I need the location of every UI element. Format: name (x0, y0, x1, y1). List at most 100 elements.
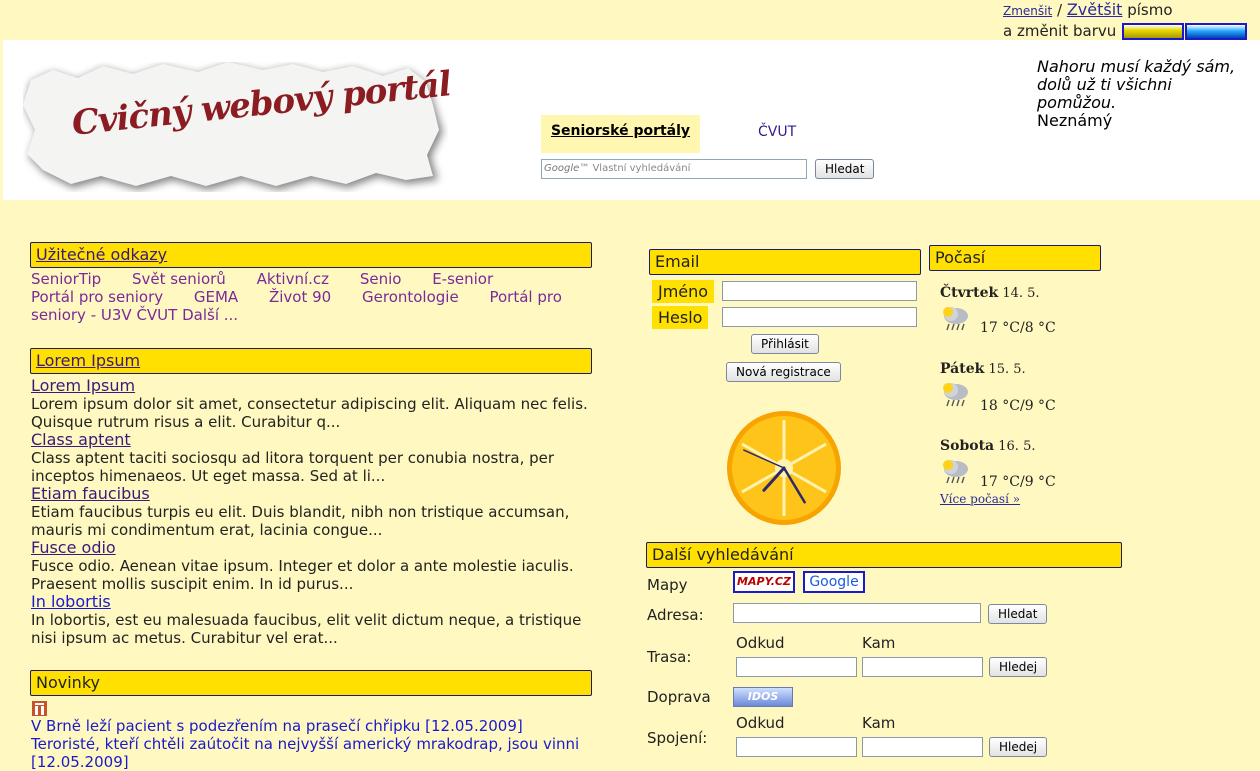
lorem-item-body: Lorem ipsum dolor sit amet, consectetur … (31, 395, 588, 431)
transport-label: Doprava (647, 688, 711, 706)
weather-temp: 17 °C/9 °C (980, 474, 1056, 490)
route-search-button[interactable]: Hledej (989, 657, 1048, 677)
google-search-button[interactable]: Hledat (815, 159, 875, 179)
news-item[interactable]: V Brně leží pacient s podezřením na pras… (31, 717, 591, 735)
link-seniortip[interactable]: SeniorTip (31, 270, 101, 288)
route-label: Trasa: (647, 648, 692, 666)
link-e-senior[interactable]: E-senior (432, 270, 493, 288)
font-smaller-link[interactable]: Zmenšit (1003, 4, 1052, 18)
name-label: Jméno (652, 280, 715, 303)
news-title: Novinky (36, 673, 100, 692)
connection-from-input[interactable] (736, 737, 857, 757)
yellow-theme-swatch[interactable] (1122, 23, 1185, 40)
font-bigger-link[interactable]: Zvětšit (1067, 0, 1123, 19)
news-heading: Novinky (30, 670, 592, 696)
font-size-controls: Zmenšit / Zvětšit písmo a změnit barvu (1003, 0, 1260, 41)
google-maps-label: Google (809, 574, 859, 590)
useful-links-list: SeniorTip Svět seniorů Aktivní.cz Senio … (31, 270, 591, 324)
mapy-cz-logo-button[interactable]: MAPY.CZ (733, 571, 795, 593)
email-title: Email (655, 252, 700, 271)
weather-day: Sobota 16. 5. (940, 438, 1035, 454)
connection-from-label: Odkud (736, 714, 785, 732)
address-input[interactable] (733, 603, 981, 623)
google-search-input[interactable]: Google™ Vlastní vyhledávání (541, 159, 807, 179)
login-button[interactable]: Přihlásit (751, 334, 819, 354)
lorem-item-title[interactable]: Fusce odio (31, 539, 591, 557)
lorem-item-body: In lobortis, est eu malesuada faucibus, … (31, 611, 582, 647)
font-word: písmo (1127, 1, 1173, 19)
email-heading: Email (649, 249, 921, 275)
connection-to-label: Kam (862, 714, 896, 732)
orange-clock (726, 410, 842, 526)
search-placeholder: Vlastní vyhledávání (592, 163, 691, 174)
useful-links-heading[interactable]: Užitečné odkazy (30, 242, 592, 268)
weather-title: Počasí (935, 248, 986, 267)
font-separator: / (1056, 1, 1063, 19)
link-senio[interactable]: Senio (360, 270, 402, 288)
connection-search-button[interactable]: Hledej (989, 737, 1048, 757)
lorem-item-title[interactable]: Class aptent (31, 431, 591, 449)
address-search-button[interactable]: Hledat (988, 604, 1048, 624)
weather-date: 16. 5. (998, 439, 1036, 454)
name-input[interactable] (722, 281, 917, 301)
link-gerontologie[interactable]: Gerontologie (362, 288, 459, 306)
weather-date: 15. 5. (988, 362, 1026, 377)
lorem-list: Lorem Ipsum Lorem ipsum dolor sit amet, … (31, 377, 591, 648)
cloud-rain-icon (943, 383, 968, 407)
link-zivot-90[interactable]: Život 90 (269, 288, 331, 306)
search-title: Další vyhledávání (652, 545, 794, 564)
lorem-item-title[interactable]: Etiam faucibus (31, 485, 591, 503)
google-brand: Google™ (544, 163, 590, 174)
news-list: V Brně leží pacient s podezřením na pras… (31, 717, 591, 771)
weather-day: Čtvrtek 14. 5. (940, 285, 1040, 301)
weather-temp: 18 °C/9 °C (980, 398, 1056, 414)
link-portal-pro-seniory[interactable]: Portál pro seniory (31, 288, 163, 306)
tab-senior-portals[interactable]: Seniorské portály (541, 115, 700, 153)
weather-day-name: Čtvrtek (940, 285, 999, 301)
password-input[interactable] (722, 307, 917, 327)
address-label: Adresa: (647, 606, 704, 624)
password-label: Heslo (652, 306, 709, 329)
link-dalsi[interactable]: Další ... (182, 306, 238, 324)
cloud-rain-icon (943, 460, 968, 484)
lorem-item-body: Etiam faucibus turpis eu elit. Duis blan… (31, 503, 570, 539)
weather-day-name: Sobota (940, 438, 995, 454)
quote: Nahoru musí každý sám, dolů už ti všichn… (1037, 58, 1235, 130)
idos-logo-button[interactable]: IDOS (733, 687, 793, 707)
connection-to-input[interactable] (862, 737, 983, 757)
lorem-item-title[interactable]: Lorem Ipsum (31, 377, 591, 395)
lorem-item-body: Class aptent taciti sociosqu ad litora t… (31, 449, 555, 485)
weather-day-name: Pátek (940, 361, 985, 377)
maps-label: Mapy (647, 576, 688, 594)
google-maps-logo-button[interactable]: Google (803, 571, 865, 593)
route-to-label: Kam (862, 634, 896, 652)
quote-line: dolů už ti všichni (1037, 75, 1172, 94)
useful-links-title: Užitečné odkazy (36, 245, 168, 264)
more-weather-link[interactable]: Více počasí » (940, 492, 1020, 506)
lorem-title: Lorem Ipsum (36, 351, 141, 370)
cloud-rain-icon (943, 307, 968, 331)
tab-cvut[interactable]: ČVUT (758, 124, 796, 140)
weather-heading: Počasí (929, 245, 1101, 271)
lorem-heading[interactable]: Lorem Ipsum (30, 348, 592, 374)
weather-day: Pátek 15. 5. (940, 361, 1026, 377)
logo[interactable]: Cvičný webový portál (23, 62, 453, 192)
connection-label: Spojení: (647, 729, 708, 747)
header: Cvičný webový portál Seniorské portály Č… (3, 40, 1260, 200)
rss-icon (32, 701, 47, 716)
change-color-label: a změnit barvu (1003, 22, 1117, 40)
quote-author: Neznámý (1037, 111, 1113, 130)
tab-senior-portals-label: Seniorské portály (550, 123, 691, 139)
lorem-item-body: Fusce odio. Aenean vitae ipsum. Integer … (31, 557, 574, 593)
search-heading: Další vyhledávání (646, 542, 1122, 568)
link-aktivni[interactable]: Aktivní.cz (257, 270, 329, 288)
weather-temp: 17 °C/8 °C (980, 320, 1056, 336)
route-to-input[interactable] (862, 657, 983, 677)
route-from-input[interactable] (736, 657, 857, 677)
blue-theme-swatch[interactable] (1185, 23, 1248, 40)
lorem-item-title[interactable]: In lobortis (31, 593, 591, 611)
weather-date: 14. 5. (1002, 286, 1040, 301)
link-svet-senioru[interactable]: Svět seniorů (132, 270, 226, 288)
register-button[interactable]: Nová registrace (726, 362, 841, 382)
link-gema[interactable]: GEMA (194, 288, 238, 306)
